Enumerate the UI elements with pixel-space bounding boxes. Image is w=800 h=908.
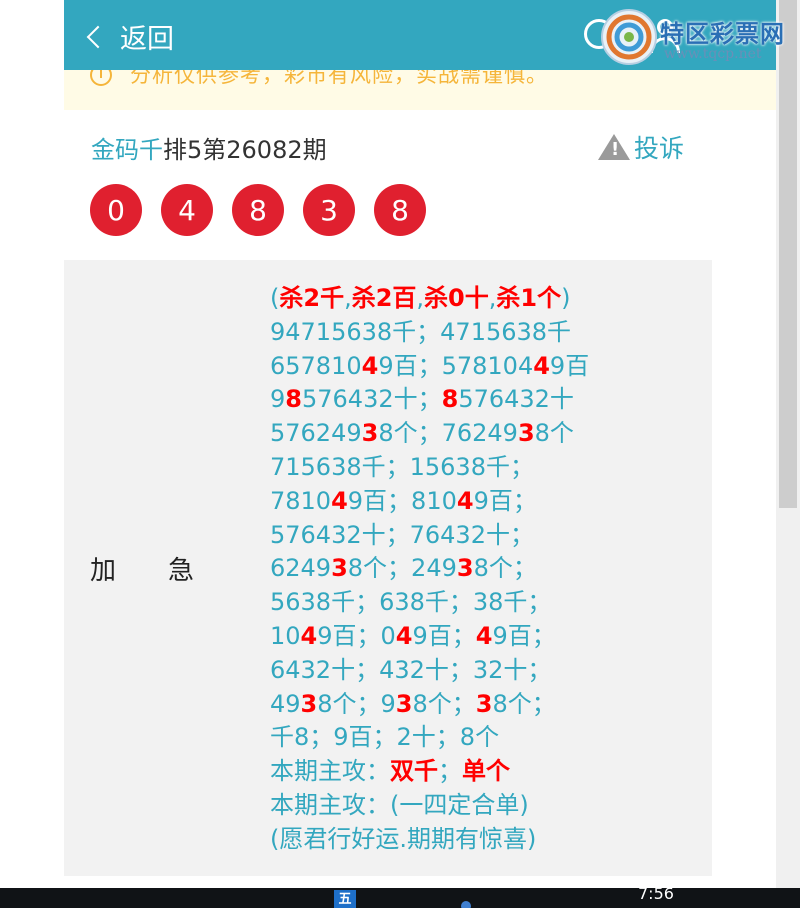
analysis-line: 98576432十；8576432十 bbox=[270, 385, 574, 414]
screen: 分析仅供参考，彩市有风险，实战需谨慎。 返回 金码千排5第26082期 投诉 0 bbox=[0, 0, 800, 908]
analysis-line: 94715638千；4715638千 bbox=[270, 317, 572, 346]
issue-number: 排5第26082期 bbox=[163, 136, 327, 164]
author-name[interactable]: 金码千 bbox=[91, 136, 163, 164]
analysis-label: 加急 bbox=[90, 550, 196, 587]
back-label: 返回 bbox=[120, 23, 174, 55]
back-button[interactable]: 返回 bbox=[86, 18, 174, 55]
number-ball: 3 bbox=[303, 184, 355, 236]
analysis-line: 1049百；049百；49百； bbox=[270, 621, 556, 650]
watermark-title: 特区彩票网 bbox=[660, 20, 785, 48]
analysis-line: 6432十；432十；32十； bbox=[270, 655, 552, 684]
warning-icon bbox=[598, 134, 630, 160]
analysis-line: 576432十；76432十； bbox=[270, 520, 534, 549]
page: 分析仅供参考，彩市有风险，实战需谨慎。 返回 金码千排5第26082期 投诉 0 bbox=[64, 0, 776, 908]
taskbar-app-icon[interactable] bbox=[461, 901, 471, 908]
number-ball: 0 bbox=[90, 184, 142, 236]
number-ball: 8 bbox=[232, 184, 284, 236]
taskbar-clock: 7:56 bbox=[638, 888, 674, 903]
label-right: 急 bbox=[168, 556, 197, 586]
main-attack-line: 本期主攻：双千；单个 bbox=[270, 757, 510, 786]
complain-button[interactable]: 投诉 bbox=[598, 130, 684, 164]
analysis-line: 65781049百；57810449百 bbox=[270, 351, 590, 380]
risk-notice-bar: 分析仅供参考，彩市有风险，实战需谨慎。 bbox=[64, 70, 776, 110]
number-ball: 4 bbox=[161, 184, 213, 236]
info-icon bbox=[90, 70, 112, 86]
closing-line: (愿君行好运.期期有惊喜) bbox=[270, 824, 537, 853]
analysis-line: 5638千；638千；38千； bbox=[270, 588, 552, 617]
label-left: 加 bbox=[90, 556, 119, 586]
taskbar: 五 7:56 bbox=[0, 888, 800, 908]
issue-row: 金码千排5第26082期 投诉 bbox=[64, 128, 776, 168]
analysis-line: 715638千；15638千； bbox=[270, 452, 534, 481]
risk-notice-text: 分析仅供参考，彩市有风险，实战需谨慎。 bbox=[130, 70, 548, 87]
chevron-left-icon bbox=[86, 25, 110, 49]
taskbar-app-button[interactable]: 五 bbox=[334, 890, 356, 908]
issue-title: 金码千排5第26082期 bbox=[91, 130, 327, 165]
analysis-block: 加急 (杀2千,杀2百,杀0十,杀1个) 94715638千；4715638千 … bbox=[64, 260, 712, 876]
scrollbar-thumb[interactable] bbox=[779, 0, 797, 508]
analysis-line: 千8；9百；2十；8个 bbox=[270, 723, 500, 752]
watermark-url: www.tqcp.net bbox=[664, 46, 762, 62]
main-attack-line: 本期主攻：(一四定合单) bbox=[270, 790, 529, 819]
analysis-line: 624938个；24938个； bbox=[270, 554, 537, 583]
site-logo-icon bbox=[601, 9, 657, 65]
analysis-content: (杀2千,杀2百,杀0十,杀1个) 94715638千；4715638千 657… bbox=[270, 282, 700, 857]
analysis-line: 57624938个；7624938个 bbox=[270, 419, 574, 448]
number-ball: 8 bbox=[374, 184, 426, 236]
analysis-line: 781049百；81049百； bbox=[270, 486, 537, 515]
draw-numbers: 0 4 8 3 8 bbox=[90, 184, 445, 236]
analysis-line: 4938个；938个；38个； bbox=[270, 689, 556, 718]
complain-label: 投诉 bbox=[634, 134, 685, 163]
kill-line: (杀2千,杀2百,杀0十,杀1个) bbox=[270, 284, 571, 312]
